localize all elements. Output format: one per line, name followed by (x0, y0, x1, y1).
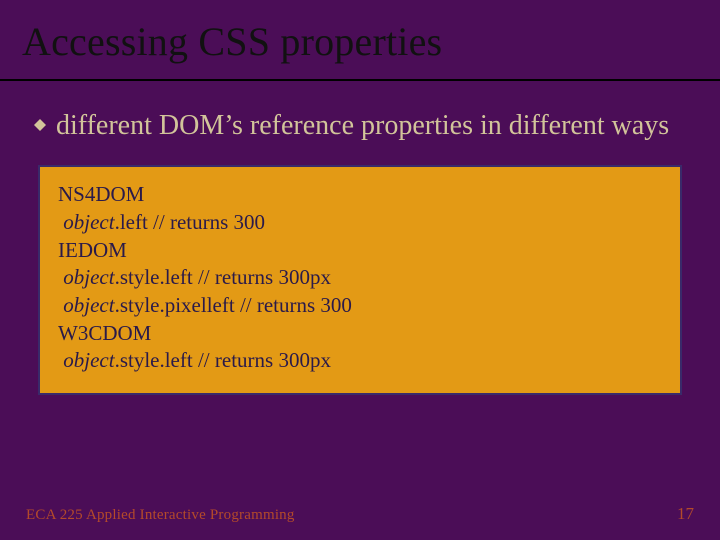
code-text: W3CDOM (58, 321, 151, 345)
code-text: IEDOM (58, 238, 127, 262)
code-text: .style.left // returns 300px (115, 348, 331, 372)
code-line: W3CDOM (58, 320, 662, 348)
code-ital: object (63, 265, 114, 289)
footer: ECA 225 Applied Interactive Programming … (0, 504, 720, 524)
code-text: NS4DOM (58, 182, 144, 206)
footer-page-number: 17 (677, 504, 694, 524)
code-line: IEDOM (58, 237, 662, 265)
code-line: NS4DOM (58, 181, 662, 209)
bullet-text: different DOM’s reference properties in … (56, 110, 669, 141)
slide: Accessing CSS properties different DOM’s… (0, 0, 720, 540)
code-ital: object (63, 210, 114, 234)
code-text: .style.pixelleft // returns 300 (115, 293, 352, 317)
code-box: NS4DOM object.left // returns 300 IEDOM … (38, 165, 682, 395)
code-text: .left // returns 300 (115, 210, 265, 234)
code-line: object.left // returns 300 (58, 209, 662, 237)
code-line: object.style.left // returns 300px (58, 264, 662, 292)
code-line: object.style.pixelleft // returns 300 (58, 292, 662, 320)
bullet-item: different DOM’s reference properties in … (0, 81, 720, 143)
code-ital: object (63, 348, 114, 372)
page-title: Accessing CSS properties (0, 0, 720, 65)
code-line: object.style.left // returns 300px (58, 347, 662, 375)
code-ital: object (63, 293, 114, 317)
code-text: .style.left // returns 300px (115, 265, 331, 289)
footer-course: ECA 225 Applied Interactive Programming (26, 507, 295, 524)
diamond-bullet-icon (34, 119, 46, 131)
